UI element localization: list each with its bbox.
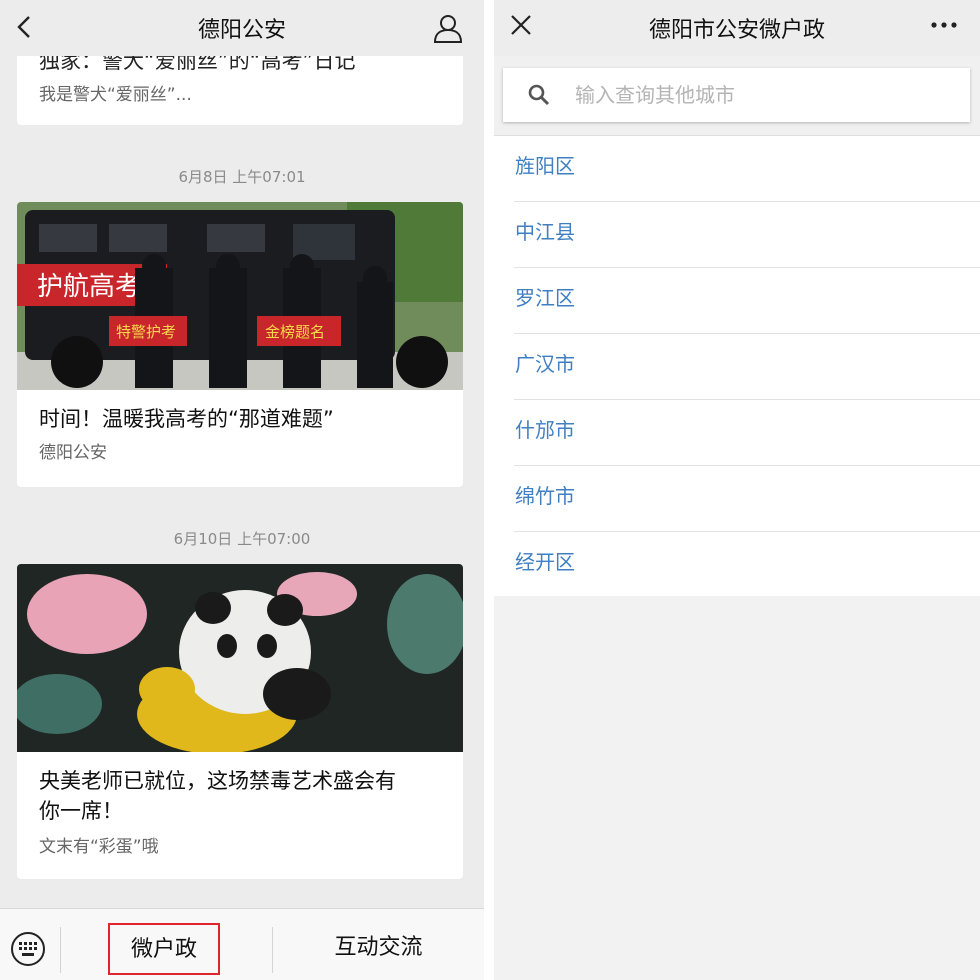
district-item[interactable]: 罗江区 [514, 268, 980, 334]
account-title: 德阳公安 [197, 18, 286, 43]
page-title: 德阳市公安微户政 [648, 18, 825, 43]
panel-gap [484, 0, 494, 980]
district-label: 中江县 [515, 220, 575, 244]
header: 德阳公安 [0, 0, 484, 56]
screen: 独家：警犬“爱丽丝”的“高考”日记 我是警犬“爱丽丝”... 德阳公安 6月8日… [0, 0, 980, 980]
search-box[interactable] [503, 68, 970, 122]
article-subtitle: 文末有“彩蛋”哦 [39, 837, 159, 857]
district-label: 什邡市 [515, 418, 575, 442]
city-select-panel: 德阳市公安微户政 旌阳区 中江县 罗江区 广汉市 什邡市 绵竹市 [494, 0, 980, 980]
district-label: 罗江区 [515, 286, 575, 310]
search-icon [528, 84, 550, 106]
keyboard-icon[interactable] [10, 931, 46, 967]
timestamp: 6月8日 上午07:01 [178, 168, 306, 186]
user-profile-icon[interactable] [432, 12, 464, 44]
district-label: 绵竹市 [515, 484, 575, 508]
article-title-line2: 你一席！ [39, 799, 123, 823]
banner-text: 护航高考 [37, 272, 141, 302]
article-subtitle: 我是警犬“爱丽丝”... [39, 85, 192, 105]
panda-artwork-image [17, 564, 463, 752]
district-list: 旌阳区 中江县 罗江区 广汉市 什邡市 绵竹市 经开区 [494, 136, 980, 598]
city-search-input[interactable] [575, 76, 955, 114]
account-feed-panel: 独家：警犬“爱丽丝”的“高考”日记 我是警犬“爱丽丝”... 德阳公安 6月8日… [0, 0, 484, 980]
article-title-line1: 央美老师已就位，这场禁毒艺术盛会有 [39, 769, 396, 793]
menu-weihuzheng-button[interactable]: 微户政 [108, 923, 220, 975]
district-item[interactable]: 中江县 [514, 202, 980, 268]
article-card[interactable]: 央美老师已就位，这场禁毒艺术盛会有 你一席！ 文末有“彩蛋”哦 [17, 564, 463, 879]
sign-right-text: 金榜题名 [265, 323, 325, 341]
armored-vehicle-police-photo: 护航高考 特警护考 金榜题名 [17, 202, 463, 390]
search-bar [494, 56, 980, 136]
district-item[interactable]: 经开区 [514, 532, 980, 598]
district-item[interactable]: 什邡市 [514, 400, 980, 466]
district-item[interactable]: 旌阳区 [514, 136, 980, 202]
menu-interaction-button[interactable]: 互动交流 [273, 923, 484, 975]
empty-area [494, 596, 980, 980]
article-title: 时间！温暖我高考的“那道难题” [39, 407, 334, 431]
header: 德阳市公安微户政 [494, 0, 980, 56]
district-label: 经开区 [515, 550, 575, 574]
district-item[interactable]: 绵竹市 [514, 466, 980, 532]
article-subtitle: 德阳公安 [39, 443, 107, 463]
bottom-menu-bar: 微户政 互动交流 [0, 908, 484, 980]
article-card[interactable]: 护航高考 特警护考 金榜题名 时间！温暖我高考的“那道难题” 德阳公安 [17, 202, 463, 487]
district-label: 旌阳区 [515, 154, 575, 178]
sign-left-text: 特警护考 [116, 323, 176, 341]
divider [60, 927, 61, 973]
more-options-icon[interactable] [930, 20, 958, 30]
timestamp: 6月10日 上午07:00 [173, 530, 311, 548]
district-item[interactable]: 广汉市 [514, 334, 980, 400]
district-label: 广汉市 [515, 352, 575, 376]
